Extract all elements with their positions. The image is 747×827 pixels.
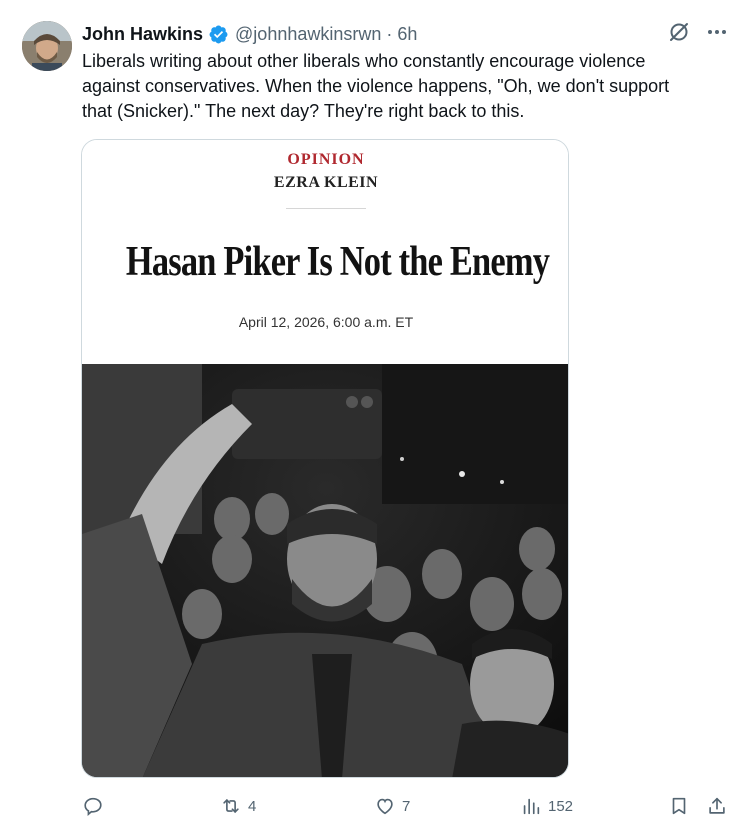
tweet-text: Liberals writing about other liberals wh… xyxy=(82,49,732,124)
author-name[interactable]: John Hawkins xyxy=(82,24,203,45)
reply-button[interactable] xyxy=(82,792,110,820)
more-icon[interactable] xyxy=(705,20,729,44)
separator: · xyxy=(386,23,393,44)
retweet-icon xyxy=(223,799,239,813)
article-author: EZRA KLEIN xyxy=(273,174,379,191)
retweet-count: 4 xyxy=(248,797,257,815)
retweet-button[interactable]: 4 xyxy=(220,792,256,820)
action-bar: 4 7 152 xyxy=(82,792,732,820)
timestamp[interactable]: 6h xyxy=(397,24,417,45)
article-screenshot: OPINION EZRA KLEIN Hasan Piker Is Not th… xyxy=(82,140,568,364)
views-button[interactable]: 152 xyxy=(520,792,573,820)
article-date: April 12, 2026, 6:00 a.m. ET xyxy=(238,314,414,330)
views-icon xyxy=(523,798,540,815)
article-section: OPINION xyxy=(287,151,365,168)
tweet-text-line: Liberals writing about other liberals wh… xyxy=(82,51,646,71)
reply-icon xyxy=(84,797,102,817)
verified-badge-icon xyxy=(209,25,228,43)
grok-icon[interactable] xyxy=(667,20,691,44)
tweet-text-line: against conservatives. When the violence… xyxy=(82,76,670,96)
tweet-text-line: that (Snicker)." The next day? They're r… xyxy=(82,101,525,121)
divider xyxy=(286,208,366,209)
selfie-photo xyxy=(82,364,568,777)
views-count: 152 xyxy=(548,797,574,815)
media-attachment[interactable]: OPINION EZRA KLEIN Hasan Piker Is Not th… xyxy=(81,139,569,778)
top-icons xyxy=(667,20,729,44)
author-handle[interactable]: @johnhawkinsrwn xyxy=(235,24,381,45)
share-button[interactable] xyxy=(706,792,728,820)
share-icon xyxy=(709,797,725,814)
tweet[interactable]: John Hawkins @johnhawkinsrwn · 6h Libera… xyxy=(0,0,747,827)
like-icon xyxy=(377,798,393,815)
article-headline: Hasan Piker Is Not the Enemy xyxy=(125,239,550,285)
like-count: 7 xyxy=(402,797,411,815)
bookmark-button[interactable] xyxy=(668,792,690,820)
like-button[interactable]: 7 xyxy=(374,792,410,820)
bookmark-icon xyxy=(672,797,686,815)
tweet-header: John Hawkins @johnhawkinsrwn · 6h xyxy=(82,21,417,47)
avatar[interactable] xyxy=(22,21,72,71)
